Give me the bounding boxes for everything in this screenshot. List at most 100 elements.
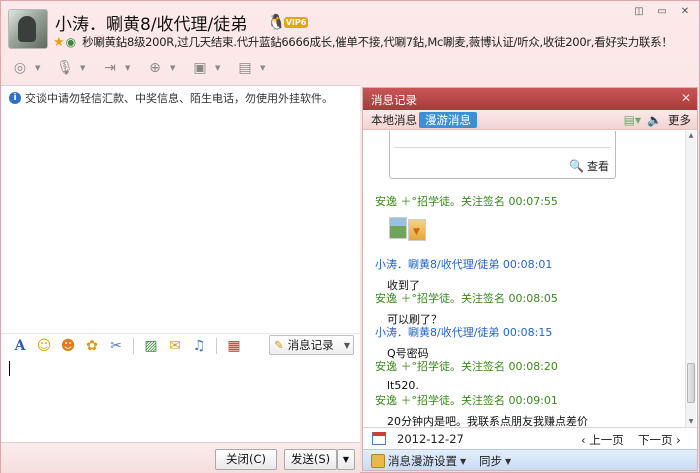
image-preview[interactable]: 🔍 查看 [389, 131, 616, 179]
close-window-button[interactable]: ✕ [675, 4, 695, 18]
image-icon[interactable]: ▨ [141, 336, 161, 356]
history-footer: 消息漫游设置 ▼ 同步 ▼ [363, 449, 697, 470]
prev-page-label: 上一页 [589, 433, 624, 447]
message-item: 小涛．唰黄8/收代理/徒弟 00:08:01 收到了 [375, 256, 552, 293]
settings-icon [371, 454, 385, 468]
voice-icon[interactable]: 🎙 [54, 58, 76, 78]
chevron-down-icon[interactable]: ▼ [215, 58, 223, 78]
tab-roaming-messages[interactable]: 漫游消息 [419, 112, 477, 128]
message-item: 安逸 ＋°招学徒。关注签名 00:08:05 可以刷了？ [375, 290, 558, 327]
status-row: ★ ◉ 秒唰黄鉆8级200R,过几天结束.代升蓝鉆6666成长,催单不接,代唰7… [53, 34, 673, 50]
message-history-button[interactable]: ✎ 消息记录 ▼ [269, 335, 354, 355]
message-time: 00:09:01 [508, 394, 558, 407]
chevron-down-icon: ▼ [505, 456, 512, 466]
next-page-link[interactable]: 下一页 › [638, 432, 681, 448]
message-header: 安逸 ＋°招学徒。关注签名 00:07:55 [375, 193, 558, 209]
screenshot-icon[interactable]: ✂ [106, 336, 126, 356]
close-button[interactable]: 关闭(C) [215, 449, 277, 470]
export-icon[interactable]: ▤▾ [624, 113, 641, 127]
message-time: 00:08:20 [508, 360, 558, 373]
star-icon[interactable]: ★ [53, 35, 65, 50]
emoji-icon[interactable]: ☺ [34, 336, 54, 356]
magnifier-icon: 🔍 [569, 159, 584, 173]
message-sender: 小涛．唰黄8/收代理/徒弟 [375, 258, 500, 271]
music-icon[interactable]: ♫ [189, 336, 209, 356]
chevron-down-icon: ▼ [460, 456, 467, 466]
sound-icon[interactable]: 🔈 [647, 113, 662, 127]
message-header: 小涛．唰黄8/收代理/徒弟 00:08:01 [375, 256, 552, 272]
history-messages: 🔍 查看 安逸 ＋°招学徒。关注签名 00:07:55 小涛．唰黄8/收代理/徒… [363, 131, 685, 427]
chevron-down-icon[interactable]: ▼ [260, 58, 268, 78]
security-notice: i 交谈中请勿轻信汇款、中奖信息、陌生电话，勿使用外挂软件。 [9, 90, 333, 106]
view-label: 查看 [587, 160, 609, 173]
image-message[interactable] [388, 217, 428, 245]
message-sender: 小涛．唰黄8/收代理/徒弟 [375, 326, 500, 339]
contact-signature: 秒唰黄鉆8级200R,过几天结束.代升蓝鉆6666成长,催单不接,代唰7鉆,Mc… [82, 35, 673, 49]
chat-pane: i 交谈中请勿轻信汇款、中奖信息、陌生电话，勿使用外挂软件。 A ☺ ☻ ✿ ✂… [1, 85, 360, 473]
message-item: 安逸 ＋°招学徒。关注签名 00:08:20 lt520. [375, 358, 558, 392]
qzone-icon[interactable]: ◉ [66, 35, 76, 49]
history-title: 消息记录 [371, 93, 417, 107]
sync-label: 同步 [479, 454, 502, 468]
scroll-down-icon[interactable]: ▼ [686, 417, 696, 427]
message-sender: 安逸 ＋°招学徒。关注签名 [375, 360, 505, 373]
add-contact-icon[interactable]: ⊕ [144, 58, 166, 78]
qq-penguin-icon: 🐧 [267, 13, 286, 31]
cute-emoji-icon[interactable]: ☻ [58, 336, 78, 356]
message-time: 00:07:55 [508, 195, 558, 208]
scroll-up-icon[interactable]: ▲ [686, 131, 696, 141]
chevron-down-icon[interactable]: ▼ [35, 58, 43, 78]
window-controls: ◫ ▭ ✕ [629, 4, 695, 18]
message-time: 00:08:15 [502, 326, 553, 339]
history-header: 消息记录 ✕ [363, 88, 697, 110]
send-button[interactable]: 发送(S) [284, 449, 337, 470]
font-icon[interactable]: A [10, 336, 30, 356]
transfer-file-icon[interactable]: ⇥ [99, 58, 121, 78]
image-thumbnail [389, 217, 407, 239]
history-tools: ▤▾ 🔈 更多 [624, 112, 691, 128]
toolbar-divider [216, 337, 217, 354]
message-sender: 安逸 ＋°招学徒。关注签名 [375, 195, 505, 208]
message-header: 安逸 ＋°招学徒。关注签名 00:09:01 [375, 392, 588, 408]
chevron-down-icon[interactable]: ▼ [125, 58, 133, 78]
text-caret [9, 361, 10, 376]
vip-badge[interactable]: 🐧 VIP6 [267, 13, 309, 31]
message-header: 安逸 ＋°招学徒。关注签名 00:08:05 [375, 290, 558, 306]
sticker-icon[interactable]: ✿ [82, 336, 102, 356]
maximize-button[interactable]: ▭ [652, 4, 672, 18]
message-sender: 安逸 ＋°招学徒。关注签名 [375, 394, 505, 407]
history-date-bar: 2012-12-27 ‹ 上一页 下一页 › [363, 427, 697, 449]
video-icon[interactable]: ◎ [9, 58, 31, 78]
prev-page-link[interactable]: ‹ 上一页 [581, 432, 624, 448]
restore-button[interactable]: ◫ [629, 4, 649, 18]
toolbox-icon[interactable]: ▦ [224, 336, 244, 356]
message-input[interactable] [1, 358, 360, 442]
vip-level: VIP6 [283, 16, 309, 28]
chevron-down-icon[interactable]: ▼ [80, 58, 88, 78]
send-options-button[interactable]: ▼ [337, 449, 355, 470]
view-button[interactable]: 🔍 查看 [569, 158, 609, 174]
preview-divider [394, 147, 611, 148]
roaming-settings-button[interactable]: 消息漫游设置 ▼ [371, 453, 466, 469]
message-time: 00:08:01 [502, 258, 553, 271]
history-tabs: 本地消息 漫游消息 ▤▾ 🔈 更多 [363, 110, 697, 130]
message-history-panel: 消息记录 ✕ 本地消息 漫游消息 ▤▾ 🔈 更多 🔍 查看 安逸 ＋°招学徒。关… [362, 87, 698, 471]
apps-icon[interactable]: ▤ [234, 58, 256, 78]
history-scrollbar[interactable]: ▲ ▼ [685, 131, 696, 427]
tab-local-messages[interactable]: 本地消息 [367, 112, 421, 128]
screen-share-icon[interactable]: ▣ [189, 58, 211, 78]
message-history-label: 消息记录 [287, 338, 334, 352]
message-time: 00:08:05 [508, 292, 558, 305]
sync-button[interactable]: 同步 ▼ [479, 453, 511, 469]
close-icon[interactable]: ✕ [681, 91, 691, 105]
history-icon: ✎ [274, 338, 284, 352]
gift-icon[interactable]: ✉ [165, 336, 185, 356]
security-notice-text: 交谈中请勿轻信汇款、中奖信息、陌生电话，勿使用外挂软件。 [25, 92, 333, 105]
message-item: 小涛．唰黄8/收代理/徒弟 00:08:15 Q号密码 [375, 324, 552, 361]
chevron-down-icon[interactable]: ▼ [170, 58, 178, 78]
scrollbar-thumb[interactable] [687, 363, 695, 403]
contact-avatar[interactable] [8, 9, 48, 49]
chat-toolbar: ◎ ▼ 🎙 ▼ ⇥ ▼ ⊕ ▼ ▣ ▼ ▤ ▼ [9, 58, 275, 78]
more-link[interactable]: 更多 [668, 112, 691, 128]
calendar-icon[interactable] [372, 432, 386, 445]
